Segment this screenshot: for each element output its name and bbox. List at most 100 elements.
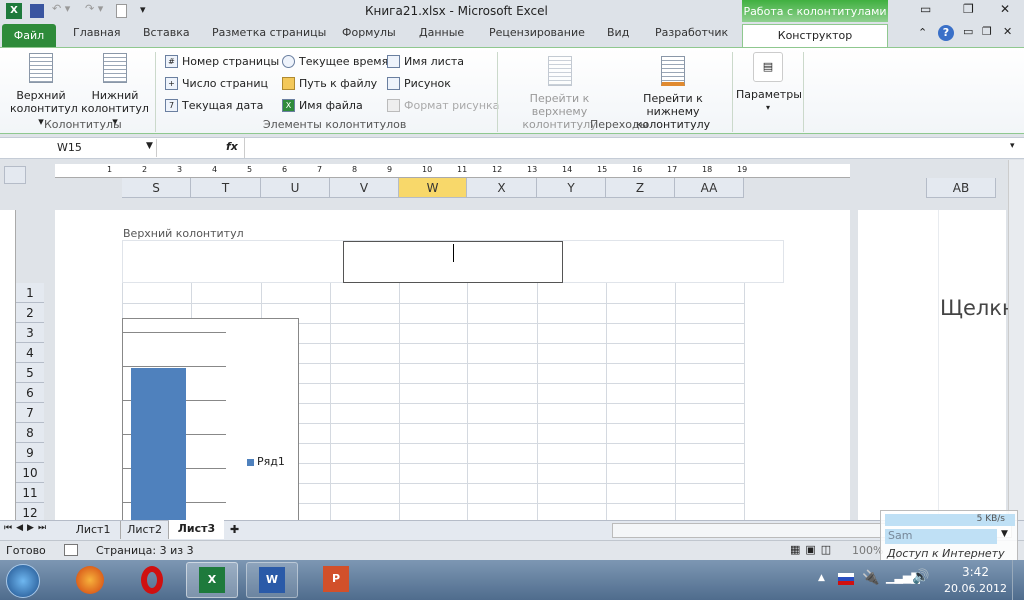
column-header-W[interactable]: W	[399, 178, 467, 198]
row-header-2[interactable]: 2	[16, 303, 44, 323]
macro-record-icon[interactable]	[64, 544, 78, 556]
row-header-5[interactable]: 5	[16, 363, 44, 383]
file-name-button[interactable]: X Имя файла	[282, 99, 363, 112]
tab-page-layout[interactable]: Разметка страницы	[212, 26, 326, 39]
column-header-Z[interactable]: Z	[606, 178, 675, 198]
column-header-AB[interactable]: AB	[926, 178, 996, 198]
word-taskbar-icon[interactable]: W	[246, 562, 298, 598]
customize-qat-icon[interactable]: ▾	[140, 3, 146, 16]
tab-formulas[interactable]: Формулы	[342, 26, 396, 39]
sheet-tab-3[interactable]: Лист3	[169, 520, 224, 539]
page-count-icon: +	[165, 77, 178, 90]
footer-button[interactable]: Нижний колонтитул ▾	[78, 53, 152, 128]
show-desktop-button[interactable]	[1012, 560, 1024, 600]
doc-close-button[interactable]: ✕	[1003, 25, 1012, 38]
vertical-scrollbar[interactable]	[1008, 160, 1024, 520]
picture-icon	[387, 77, 400, 90]
current-time-button[interactable]: Текущее время	[282, 55, 388, 68]
tab-view[interactable]: Вид	[607, 26, 629, 39]
ribbon-tabs: Файл Главная Вставка Разметка страницы Ф…	[0, 22, 1024, 48]
file-path-button[interactable]: Путь к файлу	[282, 77, 377, 90]
chart-bar-series1[interactable]	[131, 368, 186, 528]
language-flag-icon[interactable]	[838, 573, 854, 585]
network-state: Доступ к Интернету	[887, 547, 1005, 560]
header-center-section[interactable]	[343, 241, 563, 283]
column-header-S[interactable]: S	[122, 178, 191, 198]
current-date-button[interactable]: 7 Текущая дата	[165, 99, 263, 112]
next-page-header-hint[interactable]: Щелкн	[940, 296, 1016, 320]
zoom-level[interactable]: 100%	[852, 544, 883, 557]
name-box[interactable]: W15	[2, 139, 157, 157]
new-icon[interactable]	[116, 4, 127, 18]
tab-home[interactable]: Главная	[73, 26, 121, 39]
ruler-tick: 16	[632, 165, 643, 174]
row-header-10[interactable]: 10	[16, 463, 44, 483]
power-icon[interactable]: 🔌	[862, 570, 879, 586]
gridline	[330, 283, 331, 520]
excel-taskbar-icon[interactable]: X	[186, 562, 238, 598]
select-all-button[interactable]	[4, 166, 26, 184]
row-header-7[interactable]: 7	[16, 403, 44, 423]
firefox-taskbar-icon[interactable]	[64, 562, 116, 598]
row-header-9[interactable]: 9	[16, 443, 44, 463]
formula-input[interactable]	[244, 138, 1008, 158]
column-header-X[interactable]: X	[467, 178, 537, 198]
options-button[interactable]: ▤ Параметры ▾	[736, 52, 802, 114]
tab-file[interactable]: Файл	[2, 24, 56, 47]
tab-developer[interactable]: Разработчик	[655, 26, 728, 39]
format-picture-button[interactable]: Формат рисунка	[387, 99, 499, 112]
tab-insert[interactable]: Вставка	[143, 26, 190, 39]
row-header-3[interactable]: 3	[16, 323, 44, 343]
page-number-button[interactable]: # Номер страницы	[165, 55, 279, 68]
chart[interactable]: Ряд1	[122, 318, 299, 528]
name-box-dropdown-icon[interactable]: ▼	[146, 141, 153, 151]
tab-design[interactable]: Конструктор	[742, 24, 888, 48]
ruler-tick: 1	[107, 165, 113, 174]
sheet-nav-arrows[interactable]: ⏮◀▶⏭	[4, 523, 50, 533]
row-header-8[interactable]: 8	[16, 423, 44, 443]
restore-button[interactable]: ❐	[963, 2, 974, 16]
column-header-U[interactable]: U	[261, 178, 330, 198]
header-button[interactable]: Верхний колонтитул ▾	[10, 53, 78, 128]
doc-restore-button[interactable]: ❐	[982, 25, 992, 38]
undo-icon[interactable]: ↶ ▾	[52, 2, 70, 15]
insert-sheet-icon[interactable]: ✚	[230, 523, 239, 536]
column-header-T[interactable]: T	[191, 178, 261, 198]
fx-button[interactable]: fx	[226, 140, 238, 153]
clock-time[interactable]: 3:42	[962, 565, 989, 579]
save-icon[interactable]	[30, 4, 44, 18]
excel-logo-icon: X	[6, 3, 22, 19]
collapse-ribbon-icon[interactable]: ⌃	[918, 26, 927, 39]
chart-gridline	[123, 332, 226, 333]
row-header-1[interactable]: 1	[16, 283, 44, 303]
network-dropdown-icon[interactable]: ▼	[1001, 529, 1008, 539]
picture-button[interactable]: Рисунок	[387, 77, 451, 90]
minimize-button[interactable]: ▭	[920, 2, 931, 16]
redo-icon[interactable]: ↷ ▾	[85, 2, 103, 15]
column-header-V[interactable]: V	[330, 178, 399, 198]
view-buttons[interactable]: ▦▣◫	[790, 543, 836, 556]
sheet-tab-1[interactable]: Лист1	[66, 521, 121, 539]
show-hidden-icons[interactable]: ▲	[818, 573, 825, 583]
sheet-tab-2[interactable]: Лист2	[121, 521, 169, 539]
tab-data[interactable]: Данные	[419, 26, 464, 39]
tab-review[interactable]: Рецензирование	[489, 26, 585, 39]
doc-minimize-button[interactable]: ▭	[963, 25, 973, 38]
volume-icon[interactable]: 🔊	[912, 569, 929, 585]
ruler-tick: 7	[317, 165, 323, 174]
page-count-button[interactable]: + Число страниц	[165, 77, 268, 90]
powerpoint-taskbar-icon[interactable]: P	[310, 562, 362, 598]
column-header-Y[interactable]: Y	[537, 178, 606, 198]
close-button[interactable]: ✕	[1000, 2, 1010, 16]
clock-icon	[282, 55, 295, 68]
sheet-name-button[interactable]: Имя листа	[387, 55, 464, 68]
start-button[interactable]	[6, 564, 40, 598]
expand-formula-icon[interactable]: ▾	[1010, 141, 1015, 151]
clock-date[interactable]: 20.06.2012	[944, 582, 1007, 595]
row-header-11[interactable]: 11	[16, 483, 44, 503]
help-icon[interactable]: ?	[938, 25, 954, 41]
opera-taskbar-icon[interactable]	[126, 562, 178, 598]
row-header-4[interactable]: 4	[16, 343, 44, 363]
column-header-AA[interactable]: AA	[675, 178, 744, 198]
row-header-6[interactable]: 6	[16, 383, 44, 403]
